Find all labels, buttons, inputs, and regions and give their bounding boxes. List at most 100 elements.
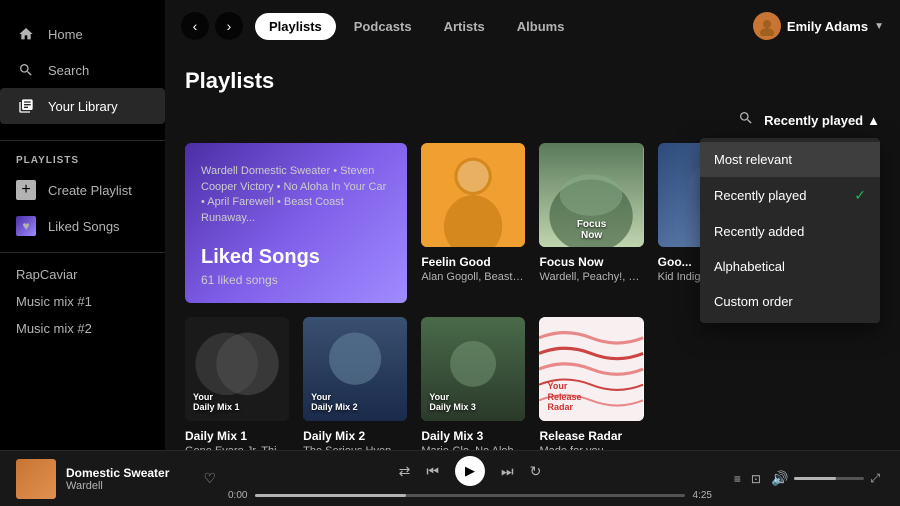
daily-mix-1-subtitle: Gene Evaro Jr, Thifany Kauany, April...: [185, 445, 289, 450]
dropdown-label-custom-order: Custom order: [714, 294, 793, 309]
sidebar-item-library[interactable]: Your Library: [0, 88, 165, 124]
tab-playlists[interactable]: Playlists: [255, 13, 336, 40]
back-button[interactable]: ‹: [181, 12, 209, 40]
now-playing-info: Domestic Sweater Wardell: [66, 466, 187, 492]
main-content: ‹ › Playlists Podcasts Artists Albums Em…: [165, 0, 900, 450]
time-total: 4:25: [693, 490, 712, 501]
nav-arrows: ‹ ›: [181, 12, 243, 40]
previous-button[interactable]: ⏮: [426, 463, 439, 480]
track-artist: Wardell: [66, 480, 187, 492]
now-playing: Domestic Sweater Wardell ♡: [16, 459, 216, 499]
content-search-button[interactable]: [738, 110, 754, 131]
daily-mix-3-subtitle: Marie-Clo, No Aloha, Steven Cooper...: [421, 445, 525, 450]
playlist-card-daily-mix-2[interactable]: YourDaily Mix 2 Daily Mix 2 The Serious …: [303, 317, 407, 450]
sidebar-search-label: Search: [48, 63, 89, 78]
playlists-section-label: PLAYLISTS: [0, 149, 165, 172]
sort-arrow-icon: ▲: [867, 113, 880, 128]
control-buttons: ⇄ ⏮ ▶ ⏭ ↻: [399, 456, 542, 486]
liked-songs-item[interactable]: ♥ Liked Songs: [0, 208, 165, 244]
daily-mix-2-title: Daily Mix 2: [303, 429, 407, 443]
bottom-bar: Domestic Sweater Wardell ♡ ⇄ ⏮ ▶ ⏭ ↻ 0:0…: [0, 450, 900, 506]
home-icon: [16, 24, 36, 44]
liked-songs-card[interactable]: Wardell Domestic Sweater • Steven Cooper…: [185, 143, 407, 303]
dropdown-item-alphabetical[interactable]: Alphabetical: [700, 249, 880, 284]
daily-mix-1-title: Daily Mix 1: [185, 429, 289, 443]
sidebar-playlist-music2[interactable]: Music mix #2: [0, 315, 165, 342]
user-avatar: [753, 12, 781, 40]
focus-now-image: Focus Now: [539, 143, 643, 247]
next-button[interactable]: ⏭: [501, 463, 514, 480]
release-radar-image: YourReleaseRadar: [539, 317, 643, 421]
dropdown-label-recently-played: Recently played: [714, 188, 807, 203]
tab-podcasts[interactable]: Podcasts: [340, 13, 426, 40]
fullscreen-icon[interactable]: ⤢: [870, 471, 880, 486]
library-icon: [16, 96, 36, 116]
sidebar: Home Search Your Library PLAYLISTS + Cre…: [0, 0, 165, 450]
queue-icon[interactable]: ≡: [734, 472, 741, 486]
forward-button[interactable]: ›: [215, 12, 243, 40]
volume-slider[interactable]: [794, 477, 864, 480]
playlist-card-daily-mix-3[interactable]: YourDaily Mix 3 Daily Mix 3 Marie-Clo, N…: [421, 317, 525, 450]
release-radar-title: Release Radar: [539, 429, 643, 443]
user-chevron-icon: ▼: [874, 21, 884, 32]
dropdown-item-recently-added[interactable]: Recently added: [700, 214, 880, 249]
daily-mix-3-image: YourDaily Mix 3: [421, 317, 525, 421]
time-current: 0:00: [228, 490, 247, 501]
content-area: Playlists Recently played ▲ Most relevan…: [165, 52, 900, 450]
sidebar-item-search[interactable]: Search: [0, 52, 165, 88]
focus-now-title: Focus Now: [539, 255, 643, 269]
sidebar-playlist-music1[interactable]: Music mix #1: [0, 288, 165, 315]
user-menu[interactable]: Emily Adams ▼: [753, 12, 884, 40]
sort-header: Recently played ▲ Most relevant Recently…: [185, 110, 880, 131]
playlist-card-focus-now[interactable]: Focus Now Focus Now Wardell, Peachy!, Da…: [539, 143, 643, 303]
dropdown-label-most-relevant: Most relevant: [714, 152, 792, 167]
sidebar-divider: [0, 140, 165, 141]
playlist-card-release-radar[interactable]: YourReleaseRadar Release Radar Made for …: [539, 317, 643, 450]
repeat-button[interactable]: ↻: [530, 463, 542, 480]
plus-icon: +: [16, 180, 36, 200]
devices-icon[interactable]: ⊡: [751, 472, 761, 486]
play-pause-button[interactable]: ▶: [455, 456, 485, 486]
now-playing-thumbnail: [16, 459, 56, 499]
release-radar-subtitle: Made for you: [539, 445, 643, 450]
dropdown-item-recently-played[interactable]: Recently played ✓: [700, 177, 880, 214]
sidebar-home-label: Home: [48, 27, 83, 42]
sort-dropdown: Most relevant Recently played ✓ Recently…: [700, 138, 880, 323]
heart-icon[interactable]: ♡: [203, 470, 216, 487]
sort-label: Recently played: [764, 113, 863, 128]
sidebar-divider-2: [0, 252, 165, 253]
liked-songs-teaser: Wardell Domestic Sweater • Steven Cooper…: [201, 164, 391, 226]
feelin-good-subtitle: Alan Gogoll, Beast Coast, Ira Wolf...: [421, 271, 525, 283]
sidebar-playlist-rapcaviar[interactable]: RapCaviar: [0, 261, 165, 288]
progress-bar: 0:00 4:25: [228, 490, 712, 501]
top-bar: ‹ › Playlists Podcasts Artists Albums Em…: [165, 0, 900, 52]
daily-mix-3-title: Daily Mix 3: [421, 429, 525, 443]
liked-songs-label: Liked Songs: [48, 219, 120, 234]
player-controls: ⇄ ⏮ ▶ ⏭ ↻ 0:00 4:25: [228, 456, 712, 501]
track-title: Domestic Sweater: [66, 466, 187, 480]
liked-songs-icon: ♥: [16, 216, 36, 236]
liked-songs-title: Liked Songs: [201, 246, 391, 269]
create-playlist-button[interactable]: + Create Playlist: [0, 172, 165, 208]
dropdown-item-custom-order[interactable]: Custom order: [700, 284, 880, 319]
feelin-good-title: Feelin Good: [421, 255, 525, 269]
tab-artists[interactable]: Artists: [430, 13, 499, 40]
sort-button[interactable]: Recently played ▲: [764, 113, 880, 128]
dropdown-label-recently-added: Recently added: [714, 224, 804, 239]
volume-area: ≡ ⊡ 🔊 ⤢: [724, 470, 884, 487]
dropdown-item-most-relevant[interactable]: Most relevant: [700, 142, 880, 177]
progress-fill: [255, 494, 405, 497]
daily-mix-1-image: YourDaily Mix 1: [185, 317, 289, 421]
sidebar-nav: Home Search Your Library: [0, 8, 165, 132]
playlist-card-feelin-good[interactable]: Feelin Good Alan Gogoll, Beast Coast, Ir…: [421, 143, 525, 303]
sidebar-item-home[interactable]: Home: [0, 16, 165, 52]
checkmark-icon: ✓: [854, 187, 866, 204]
progress-track[interactable]: [255, 494, 684, 497]
volume-fill: [794, 477, 836, 480]
feelin-good-image: [421, 143, 525, 247]
tab-albums[interactable]: Albums: [503, 13, 579, 40]
dropdown-label-alphabetical: Alphabetical: [714, 259, 785, 274]
shuffle-button[interactable]: ⇄: [399, 463, 411, 480]
page-title: Playlists: [185, 68, 880, 94]
playlist-card-daily-mix-1[interactable]: YourDaily Mix 1 Daily Mix 1 Gene Evaro J…: [185, 317, 289, 450]
